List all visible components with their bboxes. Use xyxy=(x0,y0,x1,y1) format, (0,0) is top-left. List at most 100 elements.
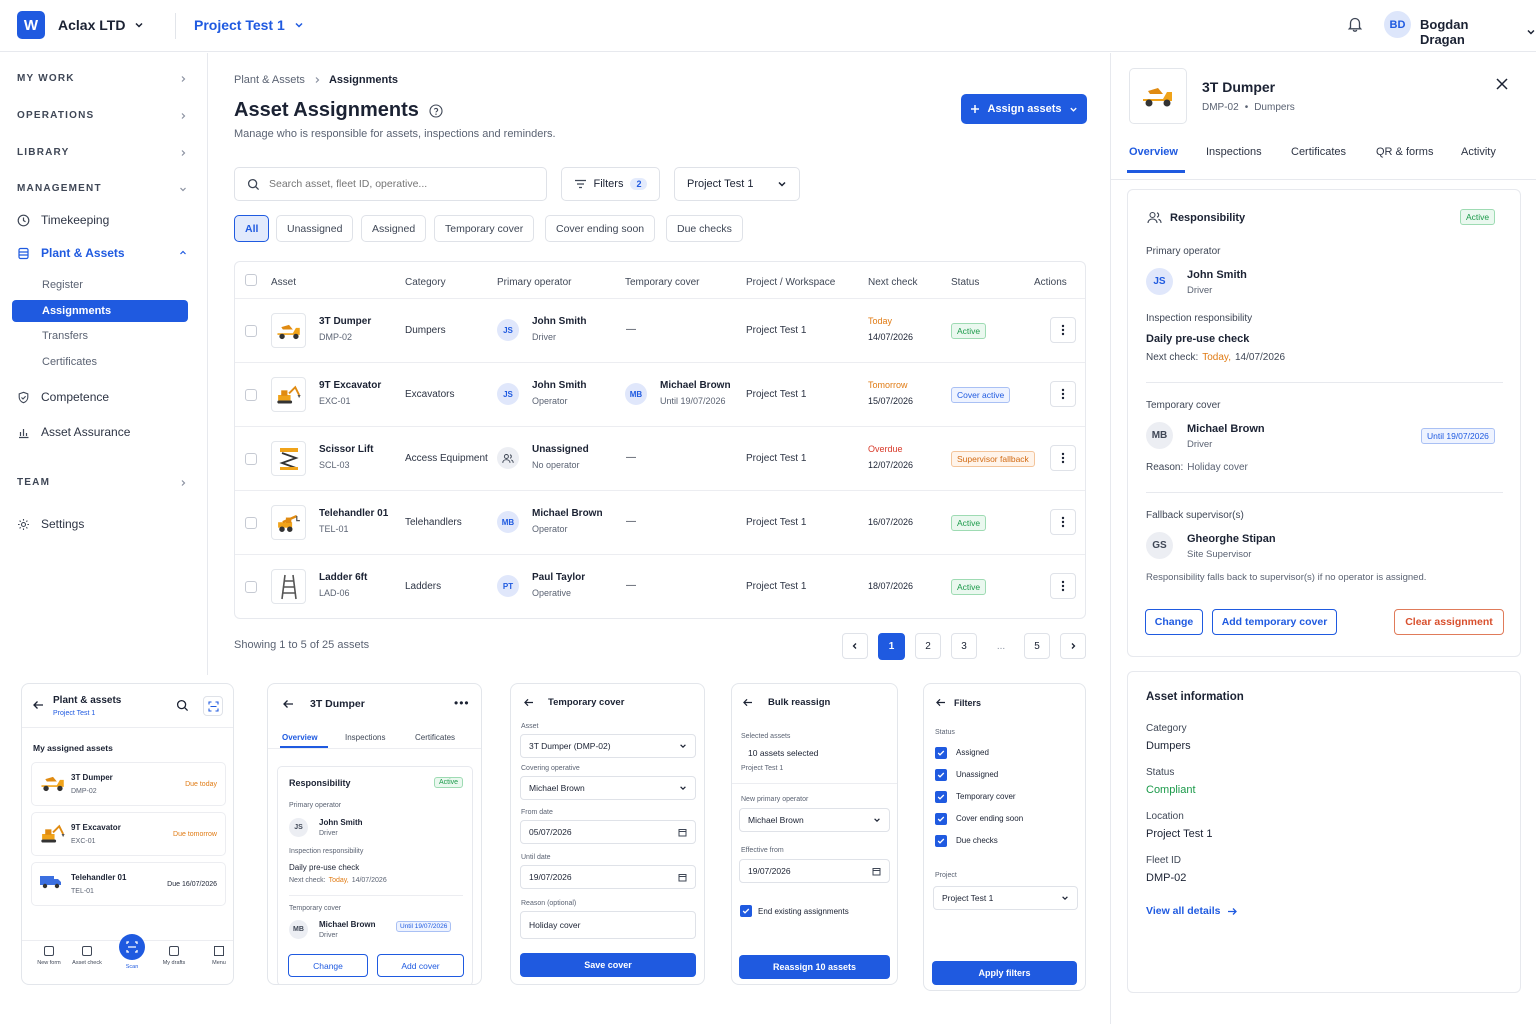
nav-section-operations[interactable]: OPERATIONS xyxy=(17,110,187,121)
nav-item-menu[interactable]: Menu xyxy=(202,946,233,966)
end-existing-checkbox[interactable] xyxy=(740,905,752,917)
close-icon[interactable] xyxy=(1495,77,1509,91)
table-row[interactable]: Ladder 6ft LAD-06 Ladders PT Paul Taylor Oper… xyxy=(235,554,1085,618)
filter-chip-all[interactable]: All xyxy=(234,215,270,242)
asset-name[interactable]: 3T Dumper xyxy=(319,316,371,327)
add-temporary-cover-button[interactable]: Add temporary cover xyxy=(1212,609,1337,635)
status-checkbox[interactable] xyxy=(935,747,947,759)
sidebar-item-settings[interactable]: Settings xyxy=(17,517,84,531)
reason-input[interactable]: Holiday cover xyxy=(520,911,696,939)
scan-button[interactable] xyxy=(203,696,223,716)
sidebar-sub-assignments[interactable]: Assignments xyxy=(12,300,188,322)
nav-item-scan[interactable]: Scan xyxy=(115,934,149,970)
cover-name[interactable]: Michael Brown xyxy=(660,380,731,391)
tab-overview[interactable]: Overview xyxy=(282,733,318,742)
row-checkbox[interactable] xyxy=(245,517,257,529)
clear-assignment-button[interactable]: Clear assignment xyxy=(1394,609,1504,635)
prev-page-button[interactable] xyxy=(842,633,868,659)
more-options-icon[interactable]: ••• xyxy=(454,696,470,710)
tab-inspections[interactable]: Inspections xyxy=(345,733,385,742)
sidebar-sub-register[interactable]: Register xyxy=(42,279,83,291)
tab-certificates[interactable]: Certificates xyxy=(1291,146,1346,158)
notifications-bell-icon[interactable] xyxy=(1346,15,1364,33)
from-date-input[interactable]: 05/07/2026 xyxy=(520,820,696,844)
operator-name[interactable]: Unassigned xyxy=(532,444,589,455)
tab-qr-forms[interactable]: QR & forms xyxy=(1376,146,1433,158)
page-button[interactable]: 3 xyxy=(951,633,977,659)
filter-chip-assigned[interactable]: Assigned xyxy=(361,215,427,242)
filter-chip-unassigned[interactable]: Unassigned xyxy=(276,215,354,242)
back-arrow-icon[interactable] xyxy=(32,700,44,710)
operator-name[interactable]: Paul Taylor xyxy=(532,572,585,583)
tab-certificates[interactable]: Certificates xyxy=(415,733,455,742)
change-button[interactable]: Change xyxy=(1145,609,1203,635)
column-header[interactable]: Status xyxy=(951,277,979,288)
tab-activity[interactable]: Activity xyxy=(1461,146,1496,158)
row-checkbox[interactable] xyxy=(245,581,257,593)
list-item[interactable]: Telehandler 01 TEL-01 Due 16/07/2026 xyxy=(31,862,226,906)
row-actions-button[interactable] xyxy=(1050,317,1076,343)
search-input[interactable] xyxy=(269,178,529,190)
search-icon[interactable] xyxy=(176,699,189,712)
sidebar-item-competence[interactable]: Competence xyxy=(17,390,109,404)
back-arrow-icon[interactable] xyxy=(523,698,534,707)
project-select[interactable]: Project Test 1 xyxy=(933,886,1078,910)
effective-date-input[interactable]: 19/07/2026 xyxy=(739,859,890,883)
next-page-button[interactable] xyxy=(1060,633,1086,659)
column-header[interactable]: Project / Workspace xyxy=(746,277,835,288)
column-header[interactable]: Asset xyxy=(271,277,296,288)
nav-section-library[interactable]: LIBRARY xyxy=(17,147,187,158)
nav-section-team[interactable]: TEAM xyxy=(17,477,187,488)
help-icon[interactable] xyxy=(429,103,443,118)
apply-filters-button[interactable]: Apply filters xyxy=(932,961,1077,985)
operator-name[interactable]: John Smith xyxy=(532,380,586,391)
nav-item-form[interactable]: New form xyxy=(32,946,66,966)
back-arrow-icon[interactable] xyxy=(935,698,946,707)
tab-overview[interactable]: Overview xyxy=(1129,146,1178,158)
sidebar-item-plant-assets[interactable]: Plant & Assets xyxy=(17,246,187,260)
row-checkbox[interactable] xyxy=(245,389,257,401)
breadcrumb-parent[interactable]: Plant & Assets xyxy=(234,74,305,86)
view-all-details-link[interactable]: View all details xyxy=(1146,905,1238,917)
assign-assets-button[interactable]: Assign assets xyxy=(961,94,1087,124)
sidebar-sub-certificates[interactable]: Certificates xyxy=(42,356,97,368)
nav-item-asset-check[interactable]: Asset check xyxy=(70,946,104,966)
save-cover-button[interactable]: Save cover xyxy=(520,953,696,977)
column-header[interactable]: Category xyxy=(405,277,446,288)
operator-name[interactable]: John Smith xyxy=(532,316,586,327)
asset-name[interactable]: Scissor Lift xyxy=(319,444,373,455)
table-row[interactable]: Telehandler 01 TEL-01 Telehandlers MB Michae… xyxy=(235,490,1085,554)
change-button[interactable]: Change xyxy=(288,954,368,977)
row-actions-button[interactable] xyxy=(1050,573,1076,599)
page-button[interactable]: 5 xyxy=(1024,633,1050,659)
asset-name[interactable]: Ladder 6ft xyxy=(319,572,367,583)
table-row[interactable]: Scissor Lift SCL-03 Access Equipment Unassi… xyxy=(235,426,1085,490)
mobile-project[interactable]: Project Test 1 xyxy=(53,710,95,717)
select-all-checkbox[interactable] xyxy=(245,274,257,286)
column-header[interactable]: Primary operator xyxy=(497,277,571,288)
user-avatar[interactable]: BD xyxy=(1384,11,1411,38)
operator-name[interactable]: Michael Brown xyxy=(532,508,603,519)
filter-chip-temporary-cover[interactable]: Temporary cover xyxy=(434,215,535,242)
table-row[interactable]: 9T Excavator EXC-01 Excavators JS John Smith… xyxy=(235,362,1085,426)
org-switcher[interactable]: Aclax LTD xyxy=(58,17,144,33)
nav-section-my-work[interactable]: MY WORK xyxy=(17,73,187,84)
filters-button[interactable]: Filters 2 xyxy=(561,167,660,201)
list-item[interactable]: 9T Excavator EXC-01 Due tomorrow xyxy=(31,812,226,856)
search-field[interactable] xyxy=(234,167,547,201)
back-arrow-icon[interactable] xyxy=(282,699,294,709)
until-date-input[interactable]: 19/07/2026 xyxy=(520,865,696,889)
reassign-button[interactable]: Reassign 10 assets xyxy=(739,955,890,979)
status-checkbox[interactable] xyxy=(935,835,947,847)
tab-inspections[interactable]: Inspections xyxy=(1206,146,1262,158)
filter-chip-due-checks[interactable]: Due checks xyxy=(666,215,743,242)
filter-chip-cover-ending-soon[interactable]: Cover ending soon xyxy=(545,215,656,242)
status-checkbox[interactable] xyxy=(935,813,947,825)
nav-item-drafts[interactable]: My drafts xyxy=(157,946,191,966)
sidebar-item-timekeeping[interactable]: Timekeeping xyxy=(17,213,109,227)
sidebar-item-asset-assurance[interactable]: Asset Assurance xyxy=(17,425,130,439)
sidebar-sub-transfers[interactable]: Transfers xyxy=(42,330,88,342)
asset-select[interactable]: 3T Dumper (DMP-02) xyxy=(520,734,696,758)
column-header[interactable]: Next check xyxy=(868,277,917,288)
app-logo[interactable]: W xyxy=(17,11,45,39)
